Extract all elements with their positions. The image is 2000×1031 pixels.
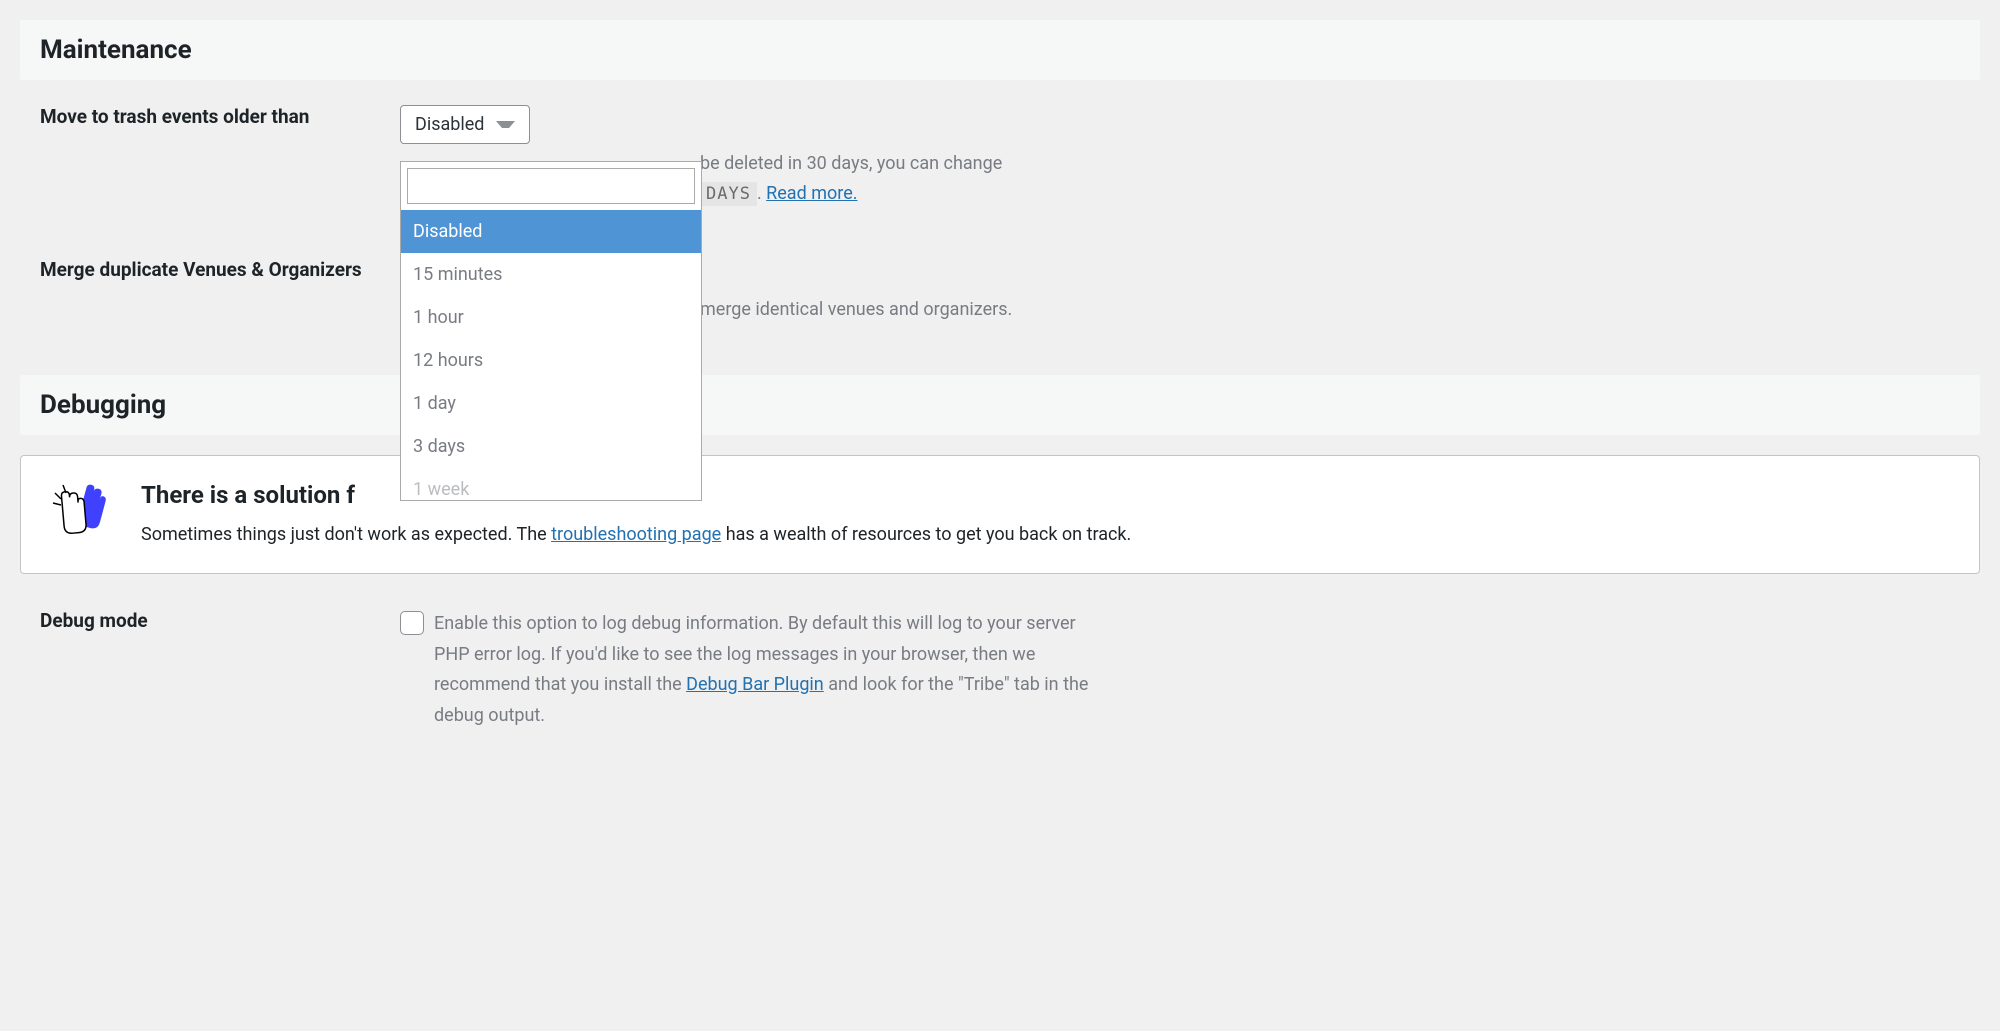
debug-checkbox-wrapper: Enable this option to log debug informat… — [400, 609, 1960, 731]
trash-help-dot: . — [757, 183, 766, 204]
debugging-section-header: Debugging — [20, 375, 1980, 435]
hands-clap-icon — [51, 481, 111, 536]
trash-read-more-link[interactable]: Read more. — [766, 183, 857, 204]
notice-text-pre: Sometimes things just don't work as expe… — [141, 524, 551, 545]
dropdown-item-1hour[interactable]: 1 hour — [401, 296, 701, 339]
trash-events-content: Disabled Disabled 15 minutes 1 hour 12 h… — [400, 105, 1960, 144]
debug-mode-content: Enable this option to log debug informat… — [400, 609, 1960, 731]
dropdown-item-1day[interactable]: 1 day — [401, 382, 701, 425]
maintenance-heading: Maintenance — [40, 35, 1960, 65]
dropdown-item-15min[interactable]: 15 minutes — [401, 253, 701, 296]
notice-text-post: has a wealth of resources to get you bac… — [721, 524, 1131, 545]
merge-duplicate-row: Merge duplicate Venues & Organizers merg… — [20, 233, 1980, 355]
dropdown-list: Disabled 15 minutes 1 hour 12 hours 1 da… — [401, 210, 701, 500]
trash-help-code: DAYS — [700, 182, 757, 206]
trash-events-row: Move to trash events older than Disabled… — [20, 80, 1980, 149]
dropdown-item-1week[interactable]: 1 week — [401, 468, 701, 500]
dropdown-item-disabled[interactable]: Disabled — [401, 210, 701, 253]
trash-events-label: Move to trash events older than — [40, 105, 400, 128]
trash-select-value: Disabled — [415, 114, 484, 135]
trash-help-row: be deleted in 30 days, you can change DA… — [20, 149, 1980, 233]
trash-dropdown-panel: Disabled 15 minutes 1 hour 12 hours 1 da… — [400, 161, 702, 501]
troubleshooting-link[interactable]: troubleshooting page — [551, 524, 721, 545]
trash-help-prefix: be deleted in 30 days, you can change — [700, 153, 1002, 174]
debug-mode-row: Debug mode Enable this option to log deb… — [20, 574, 1980, 741]
dropdown-search-wrapper — [401, 162, 701, 210]
chevron-down-icon — [496, 121, 515, 128]
notice-text: Sometimes things just don't work as expe… — [141, 521, 1131, 548]
dropdown-item-12hours[interactable]: 12 hours — [401, 339, 701, 382]
dropdown-item-3days[interactable]: 3 days — [401, 425, 701, 468]
debug-mode-description: Enable this option to log debug informat… — [434, 609, 1094, 731]
help-spacer — [40, 149, 400, 208]
debug-mode-checkbox[interactable] — [400, 611, 424, 635]
merge-duplicate-label: Merge duplicate Venues & Organizers — [40, 258, 400, 281]
debug-bar-plugin-link[interactable]: Debug Bar Plugin — [686, 674, 824, 695]
trash-select-control[interactable]: Disabled — [400, 105, 530, 144]
dropdown-search-input[interactable] — [407, 168, 695, 204]
maintenance-section-header: Maintenance — [20, 20, 1980, 80]
debug-mode-label: Debug mode — [40, 609, 400, 632]
debugging-notice-box: There is a solution f Sometimes things j… — [20, 455, 1980, 574]
trash-select-wrapper: Disabled Disabled 15 minutes 1 hour 12 h… — [400, 105, 530, 144]
debugging-heading: Debugging — [40, 390, 1960, 420]
